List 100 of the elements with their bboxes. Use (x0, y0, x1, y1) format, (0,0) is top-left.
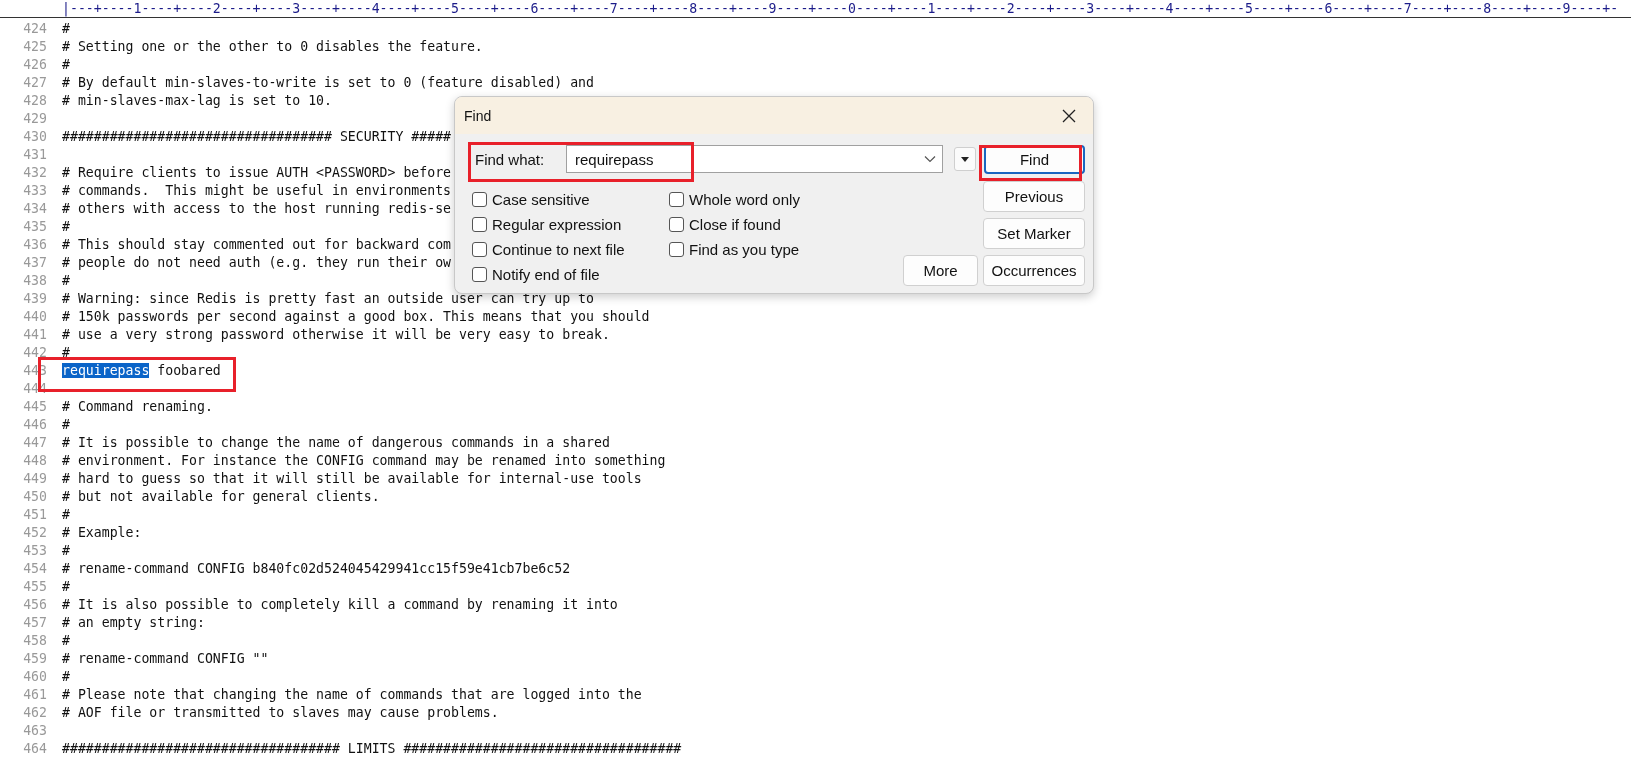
checkbox[interactable] (472, 242, 487, 257)
caret-icon (961, 156, 969, 162)
checkbox-label[interactable]: Notify end of file (492, 266, 600, 283)
line-number: 446 (22, 416, 48, 432)
checkbox-label[interactable]: Find as you type (689, 241, 800, 258)
line-number: 431 (22, 146, 48, 162)
code-line: # hard to guess so that it will still be available for internal-use tools (62, 470, 642, 486)
line-number: 455 (22, 578, 48, 594)
line-number: 463 (22, 722, 48, 738)
line-number: 447 (22, 434, 48, 450)
checkbox-label[interactable]: Close if found (689, 216, 781, 233)
code-line: # Example: (62, 524, 142, 540)
close-icon (1062, 108, 1076, 123)
line-number: 450 (22, 488, 48, 504)
line-number: 437 (22, 254, 48, 270)
line-number: 454 (22, 560, 48, 576)
chevron-down-icon (924, 155, 936, 163)
line-number: 430 (22, 128, 48, 144)
line-number: 428 (22, 92, 48, 108)
checkbox[interactable] (472, 192, 487, 207)
code-line: # (62, 272, 70, 288)
code-line: ################################### LIMITS ################################### (62, 740, 682, 756)
line-number: 425 (22, 38, 48, 54)
code-line: # but not available for general clients. (62, 488, 380, 504)
line-number: 441 (22, 326, 48, 342)
checkbox-label[interactable]: Whole word only (689, 191, 800, 208)
line-number: 464 (22, 740, 48, 756)
code-line: # rename-command CONFIG "" (62, 650, 269, 666)
dialog-button[interactable]: Previous (983, 181, 1085, 212)
checkbox[interactable] (669, 192, 684, 207)
code-line: # (62, 416, 70, 432)
line-number: 432 (22, 164, 48, 180)
code-line: # (62, 632, 70, 648)
find-button[interactable]: Find (984, 144, 1085, 174)
line-number: 459 (22, 650, 48, 666)
code-line: # (62, 542, 70, 558)
code-line: # It is also possible to completely kill a command by renaming it into (62, 596, 618, 612)
checkbox[interactable] (472, 217, 487, 232)
dialog-title: Find (464, 107, 492, 124)
dialog-button[interactable]: Occurrences (983, 255, 1085, 286)
search-field[interactable]: requirepass (566, 145, 943, 173)
line-number: 451 (22, 506, 48, 522)
line-number: 460 (22, 668, 48, 684)
line-number: 433 (22, 182, 48, 198)
line-number: 436 (22, 236, 48, 252)
line-number: 438 (22, 272, 48, 288)
code-line: # environment. For instance the CONFIG command may be renamed into something (62, 452, 666, 468)
code-line: # 150k passwords per second against a good box. This means that you should (62, 308, 650, 324)
code-line: # It is possible to change the name of dangerous commands in a shared (62, 434, 610, 450)
line-number: 453 (22, 542, 48, 558)
code-line: ################################## SECURITY ##### (62, 128, 452, 144)
line-number: 458 (22, 632, 48, 648)
checkbox-label[interactable]: Regular expression (492, 216, 622, 233)
line-number: 424 (22, 20, 48, 36)
code-line: # AOF file or transmitted to slaves may cause problems. (62, 704, 499, 720)
line-number: 461 (22, 686, 48, 702)
checkbox-label[interactable]: Continue to next file (492, 241, 625, 258)
line-number: 445 (22, 398, 48, 414)
checkbox[interactable] (472, 267, 487, 282)
line-number: 452 (22, 524, 48, 540)
code-line: # use a very strong password otherwise it will be very easy to break. (62, 326, 610, 342)
code-line: # (62, 578, 70, 594)
checkbox-label[interactable]: Case sensitive (492, 191, 590, 208)
line-number: 434 (22, 200, 48, 216)
checkbox[interactable] (669, 217, 684, 232)
code-line: # rename-command CONFIG b840fc02d524045429941cc15f59e41cb7be6c52 (62, 560, 571, 576)
line-number: 448 (22, 452, 48, 468)
code-line: # (62, 218, 70, 234)
code-line: # (62, 20, 70, 36)
code-line: # (62, 56, 70, 72)
line-number: 427 (22, 74, 48, 90)
code-line: # (62, 668, 70, 684)
code-line: # Please note that changing the name of commands that are logged into the (62, 686, 642, 702)
code-line: # Warning: since Redis is pretty fast an outside user can try up to (62, 290, 594, 306)
code-line: # commands. This might be useful in environments (62, 182, 452, 198)
line-number: 456 (22, 596, 48, 612)
more-button[interactable]: More (903, 255, 978, 286)
line-number: 442 (22, 344, 48, 360)
line-number: 435 (22, 218, 48, 234)
line-number: 449 (22, 470, 48, 486)
code-line: # Command renaming. (62, 398, 213, 414)
line-number: 439 (22, 290, 48, 306)
code-line: # By default min-slaves-to-write is set to 0 (feature disabled) and (62, 74, 594, 90)
line-number: 440 (22, 308, 48, 324)
line-number: 457 (22, 614, 48, 630)
code-line: # This should stay commented out for backward com (62, 236, 452, 252)
checkbox[interactable] (669, 242, 684, 257)
code-line: # others with access to the host running redis-se (62, 200, 452, 216)
code-line: # an empty string: (62, 614, 205, 630)
code-line: # Setting one or the other to 0 disables the feature. (62, 38, 483, 54)
dropdown-button[interactable] (954, 147, 976, 171)
code-line: # (62, 344, 70, 360)
code-line: # people do not need auth (e.g. they run their ow (62, 254, 452, 270)
field-label: Find what: (475, 150, 546, 168)
line-number: 426 (22, 56, 48, 72)
dialog-button[interactable]: Set Marker (983, 218, 1085, 249)
line-number: 462 (22, 704, 48, 720)
line-number: 429 (22, 110, 48, 126)
column-ruler: |---+----1----+----2----+----3----+----4----+----5----+----6----+----7----+----8----+----9----+----0----+----1----+----2----+----3----+----4----+----5----+----6----+----7----+----8----+----9----+- (62, 0, 1619, 17)
code-line: # Require clients to issue AUTH <PASSWORD> before (62, 164, 452, 180)
